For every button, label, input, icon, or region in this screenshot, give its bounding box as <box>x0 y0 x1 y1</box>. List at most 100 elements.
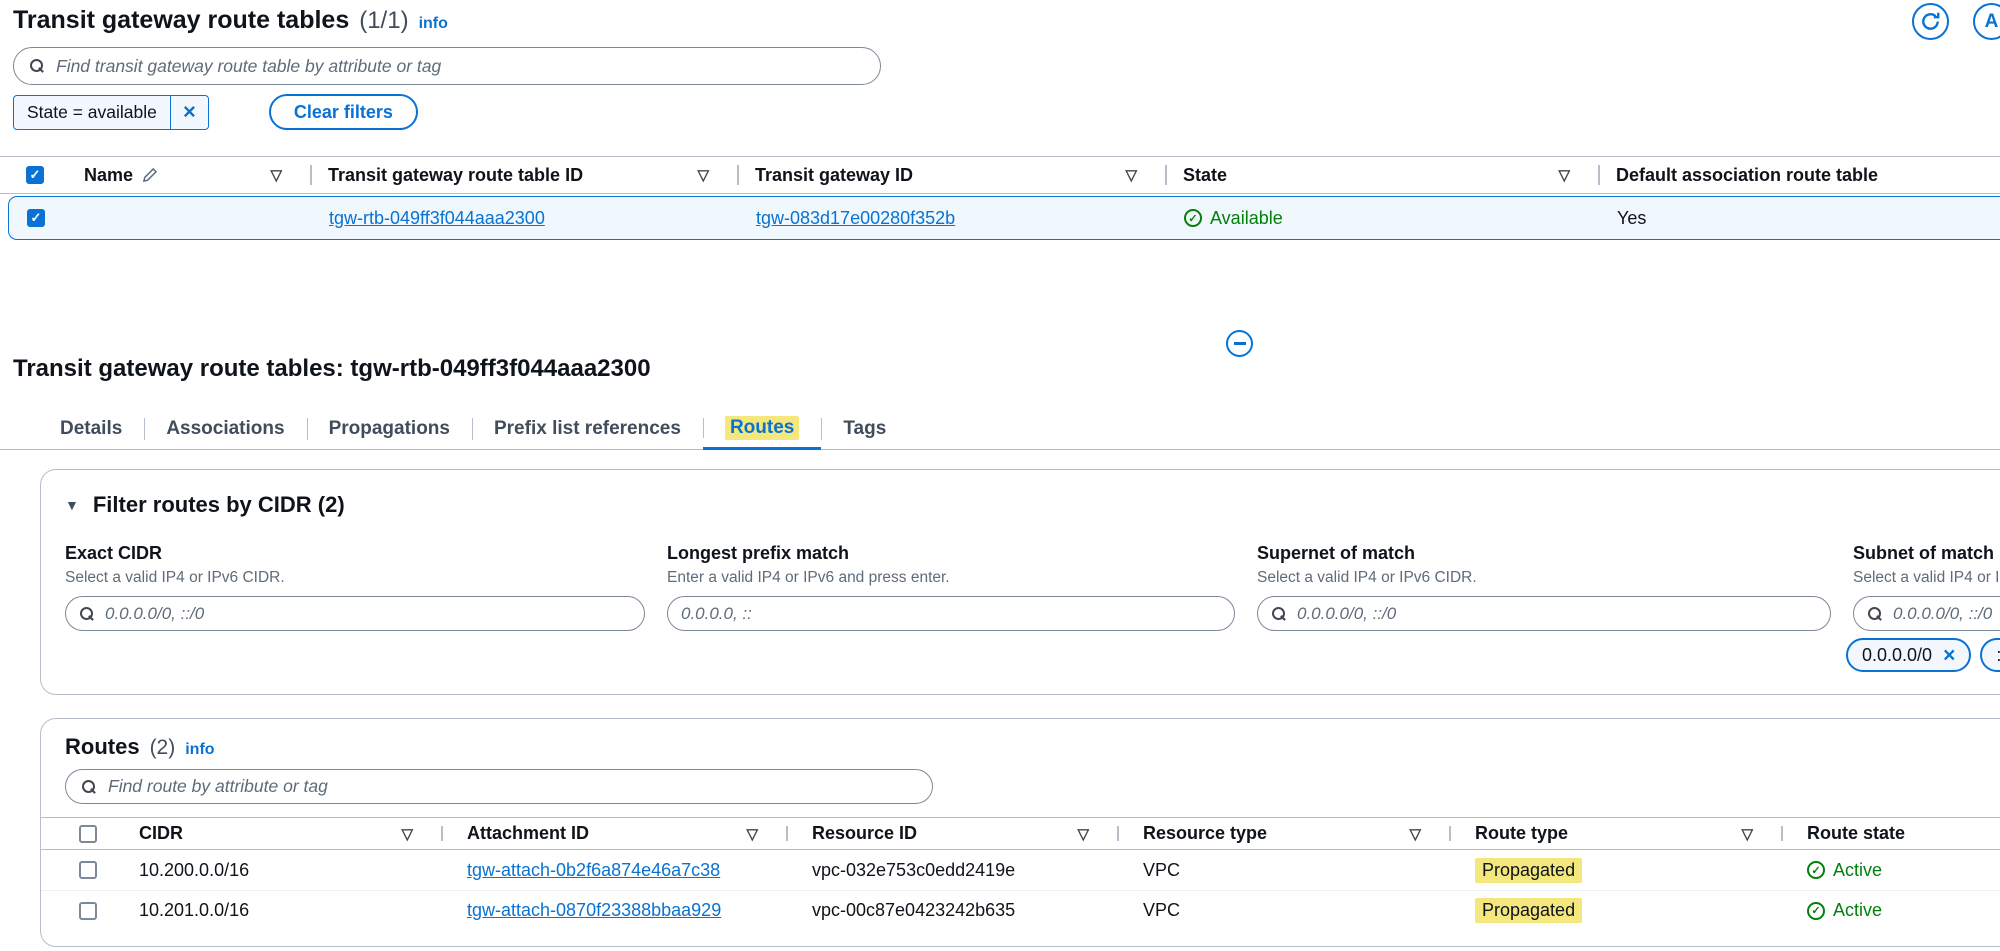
search-icon <box>29 58 45 74</box>
routes-panel: Routes (2) info CIDR ▽ Attachment ID ▽ R… <box>40 718 2000 947</box>
search-icon <box>1867 606 1883 622</box>
supernet-field: Supernet of match Select a valid IP4 or … <box>1257 543 1831 631</box>
row-checkbox[interactable]: ✓ <box>27 209 45 227</box>
exact-cidr-input[interactable] <box>105 603 631 624</box>
sort-icon[interactable]: ▽ <box>1741 825 1753 843</box>
route-state-cell: ✓ Active <box>1781 900 2000 921</box>
tgw-search-input[interactable] <box>56 55 865 77</box>
sort-icon[interactable]: ▽ <box>1409 825 1421 843</box>
column-header-route-table-id[interactable]: Transit gateway route table ID ▽ <box>310 157 737 193</box>
actions-circle-button[interactable]: A <box>1973 3 2000 40</box>
column-header-route-type-label: Route type <box>1475 823 1569 843</box>
column-header-resource-type-label: Resource type <box>1143 823 1268 843</box>
row-checkbox[interactable] <box>79 861 97 879</box>
table-row[interactable]: 10.201.0.0/16 tgw-attach-0870f23388bbaa9… <box>41 890 2000 930</box>
column-header-cidr[interactable]: CIDR ▽ <box>115 818 441 849</box>
attachment-id-cell: tgw-attach-0870f23388bbaa929 <box>441 900 786 921</box>
routes-table-header: CIDR ▽ Attachment ID ▽ Resource ID ▽ Res… <box>41 817 2000 850</box>
sort-icon[interactable]: ▽ <box>1558 166 1570 184</box>
cidr-token-label: 0.0.0.0/0 <box>1862 644 1933 665</box>
sort-icon[interactable]: ▽ <box>746 825 758 843</box>
longest-prefix-input[interactable] <box>681 603 1221 624</box>
route-table-id-link[interactable]: tgw-rtb-049ff3f044aaa2300 <box>329 208 545 229</box>
column-header-resource-id[interactable]: Resource ID ▽ <box>786 818 1117 849</box>
filter-chips-row: State = available × Clear filters <box>13 94 418 130</box>
column-header-attachment-id-label: Attachment ID <box>467 823 590 843</box>
column-header-default-association[interactable]: Default association route table <box>1598 157 2000 193</box>
tab-details[interactable]: Details <box>38 409 144 449</box>
split-panel-collapse-handle[interactable] <box>1226 330 1253 357</box>
route-state-label: Active <box>1833 900 1883 920</box>
tab-routes[interactable]: Routes <box>702 409 822 450</box>
tab-tags[interactable]: Tags <box>821 409 908 449</box>
select-all-checkbox[interactable]: ✓ <box>26 166 44 184</box>
field-help: Select a valid IP4 or IPv6 CIDR. <box>65 569 285 586</box>
edit-name-icon[interactable] <box>142 167 158 183</box>
info-link[interactable]: info <box>419 15 448 33</box>
table-row[interactable]: 10.200.0.0/16 tgw-attach-0b2f6a874e46a7c… <box>41 850 2000 890</box>
attachment-id-cell: tgw-attach-0b2f6a874e46a7c38 <box>441 860 786 881</box>
sort-icon[interactable]: ▽ <box>697 166 709 184</box>
select-all-checkbox[interactable] <box>79 824 97 843</box>
field-label: Subnet of match <box>1853 543 1995 563</box>
header-checkbox-cell <box>65 818 115 849</box>
subnet-field: Subnet of match Select a valid IP4 or IP… <box>1853 543 2000 631</box>
routes-title: Routes <box>65 734 140 759</box>
column-header-route-state-label: Route state <box>1807 823 1906 843</box>
filter-routes-expander[interactable]: ▼ Filter routes by CIDR (2) <box>65 492 2000 518</box>
column-header-name-label: Name <box>84 164 134 185</box>
filter-token-remove-icon[interactable]: × <box>169 95 208 129</box>
tgw-table-header: ✓ Name ▽ Transit gateway route table ID … <box>0 156 2000 194</box>
routes-header: Routes (2) info <box>41 719 2000 760</box>
tab-prefix-list-references[interactable]: Prefix list references <box>471 409 703 449</box>
default-association-cell: Yes <box>1617 207 1647 228</box>
subnet-input[interactable] <box>1893 603 2000 624</box>
routes-search-input[interactable] <box>108 776 917 797</box>
attachment-id-link[interactable]: tgw-attach-0b2f6a874e46a7c38 <box>467 860 720 881</box>
supernet-input[interactable] <box>1297 603 1817 624</box>
filter-routes-title: Filter routes by CIDR (2) <box>92 492 345 517</box>
field-help: Select a valid IP4 or IPv6 CIDR. <box>1853 569 2000 586</box>
filter-routes-panel: ▼ Filter routes by CIDR (2) Exact CIDR S… <box>40 469 2000 695</box>
detail-heading: Transit gateway route tables: tgw-rtb-04… <box>13 355 651 382</box>
column-header-route-type[interactable]: Route type ▽ <box>1449 818 1781 849</box>
field-label: Exact CIDR <box>65 543 163 563</box>
refresh-icon <box>1922 12 1940 30</box>
state-cell: ✓ Available <box>1166 208 1599 229</box>
exact-cidr-field: Exact CIDR Select a valid IP4 or IPv6 CI… <box>65 543 645 631</box>
column-header-route-state[interactable]: Route state <box>1781 818 2000 849</box>
tab-propagations[interactable]: Propagations <box>306 409 472 449</box>
sort-icon[interactable]: ▽ <box>1125 166 1137 184</box>
column-header-name[interactable]: Name ▽ <box>66 157 310 193</box>
clear-filters-button[interactable]: Clear filters <box>268 94 418 130</box>
sort-icon[interactable]: ▽ <box>401 825 413 843</box>
table-row[interactable]: ✓ tgw-rtb-049ff3f044aaa2300 tgw-083d17e0… <box>8 196 2000 240</box>
row-checkbox[interactable] <box>79 901 97 920</box>
caret-down-icon: ▼ <box>65 497 79 513</box>
tab-associations[interactable]: Associations <box>144 409 306 449</box>
row-checkbox-cell <box>65 861 115 879</box>
routes-count: (2) <box>149 736 176 759</box>
column-header-transit-gateway-id-label: Transit gateway ID <box>755 164 914 185</box>
transit-gateway-id-cell: tgw-083d17e00280f352b <box>738 208 1166 229</box>
success-check-icon: ✓ <box>1184 209 1202 227</box>
column-header-transit-gateway-id[interactable]: Transit gateway ID ▽ <box>737 157 1165 193</box>
cidr-token-remove-icon[interactable]: × <box>1943 645 1955 666</box>
sort-icon[interactable]: ▽ <box>1077 825 1089 843</box>
field-help: Select a valid IP4 or IPv6 CIDR. <box>1257 569 1477 586</box>
route-state-cell: ✓ Active <box>1781 860 2000 881</box>
filter-fields-row: Exact CIDR Select a valid IP4 or IPv6 CI… <box>65 543 2000 631</box>
column-header-state[interactable]: State ▽ <box>1165 157 1598 193</box>
column-header-route-table-id-label: Transit gateway route table ID <box>328 164 584 185</box>
info-link[interactable]: info <box>185 741 214 759</box>
refresh-button[interactable] <box>1912 3 1949 40</box>
resource-type-cell: VPC <box>1143 900 1181 920</box>
attachment-id-link[interactable]: tgw-attach-0870f23388bbaa929 <box>467 900 721 921</box>
search-icon <box>81 779 97 795</box>
sort-icon[interactable]: ▽ <box>270 166 282 184</box>
transit-gateway-id-link[interactable]: tgw-083d17e00280f352b <box>756 208 955 229</box>
filter-token-label: State = available <box>27 101 157 122</box>
column-header-attachment-id[interactable]: Attachment ID ▽ <box>441 818 786 849</box>
column-header-resource-type[interactable]: Resource type ▽ <box>1117 818 1449 849</box>
resource-id-cell: vpc-032e753c0edd2419e <box>812 859 1016 880</box>
